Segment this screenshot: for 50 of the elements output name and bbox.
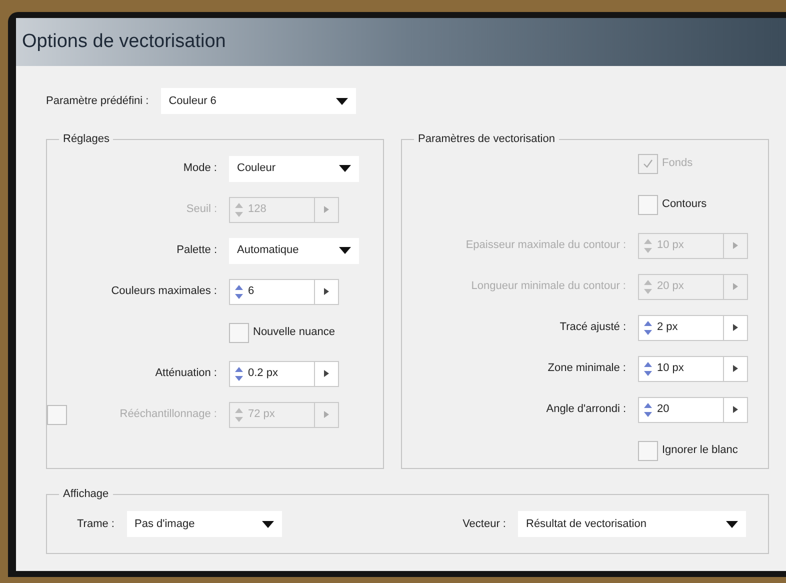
- checkbox-label: Contours: [662, 197, 707, 212]
- field-label: Epaisseur maximale du contour :: [466, 238, 626, 254]
- stepper-icon[interactable]: [234, 366, 244, 382]
- spinner-field[interactable]: 20: [638, 396, 748, 422]
- dropdown[interactable]: Résultat de vectorisation: [518, 511, 746, 537]
- dropdown[interactable]: Automatique: [229, 238, 359, 264]
- checkbox[interactable]: [229, 322, 249, 342]
- field-label: Zone minimale :: [548, 361, 626, 376]
- field-label: Vecteur :: [462, 516, 506, 532]
- field-label: Tracé ajusté :: [560, 320, 626, 336]
- field-label: Trame :: [77, 516, 114, 532]
- play-icon[interactable]: [324, 370, 329, 377]
- spinner-field[interactable]: 2 px: [638, 314, 748, 340]
- play-icon[interactable]: [324, 288, 329, 295]
- play-icon[interactable]: [733, 406, 738, 413]
- dropdown[interactable]: Couleur: [229, 156, 359, 182]
- caret-icon: [339, 247, 351, 254]
- stepper-icon[interactable]: [643, 360, 653, 376]
- stepper-icon[interactable]: [643, 320, 653, 336]
- spinner-field[interactable]: 10 px: [638, 356, 748, 382]
- field-label: Longueur minimale du contour :: [471, 279, 626, 294]
- spinner-field[interactable]: 0.2 px: [229, 360, 339, 386]
- dropdown[interactable]: Couleur 6: [160, 88, 356, 114]
- group-title: Affichage: [59, 486, 113, 502]
- field-label: Angle d'arrondi :: [546, 402, 626, 418]
- play-icon[interactable]: [733, 365, 738, 372]
- stepper-icon[interactable]: [643, 402, 653, 418]
- field-label: Couleurs maximales :: [111, 284, 217, 300]
- field-label: Paramètre prédéfini :: [46, 94, 149, 109]
- window-title: Options de vectorisation: [22, 30, 226, 54]
- field-label: Palette :: [176, 243, 218, 258]
- field-label: Rééchantillonnage :: [120, 407, 217, 422]
- caret-icon: [339, 165, 351, 172]
- check-icon: [643, 158, 653, 168]
- caret-icon: [336, 98, 348, 104]
- dropdown[interactable]: Pas d'image: [126, 511, 282, 537]
- field-label: Seuil :: [186, 202, 217, 218]
- checkbox[interactable]: [638, 440, 658, 460]
- checkbox-label: Fonds: [662, 156, 693, 172]
- spinner-field[interactable]: 6: [229, 278, 339, 304]
- caret-icon: [262, 520, 274, 528]
- group-title: Réglages: [59, 131, 114, 148]
- play-icon[interactable]: [733, 324, 738, 331]
- checkbox-label: Nouvelle nuance: [253, 325, 335, 340]
- caret-icon: [726, 520, 738, 528]
- checkbox[interactable]: [638, 194, 658, 214]
- stepper-icon[interactable]: [234, 284, 244, 300]
- checkbox-label: Ignorer le blanc: [662, 443, 738, 458]
- field-label: Atténuation :: [155, 366, 217, 382]
- field-label: Mode :: [182, 161, 218, 176]
